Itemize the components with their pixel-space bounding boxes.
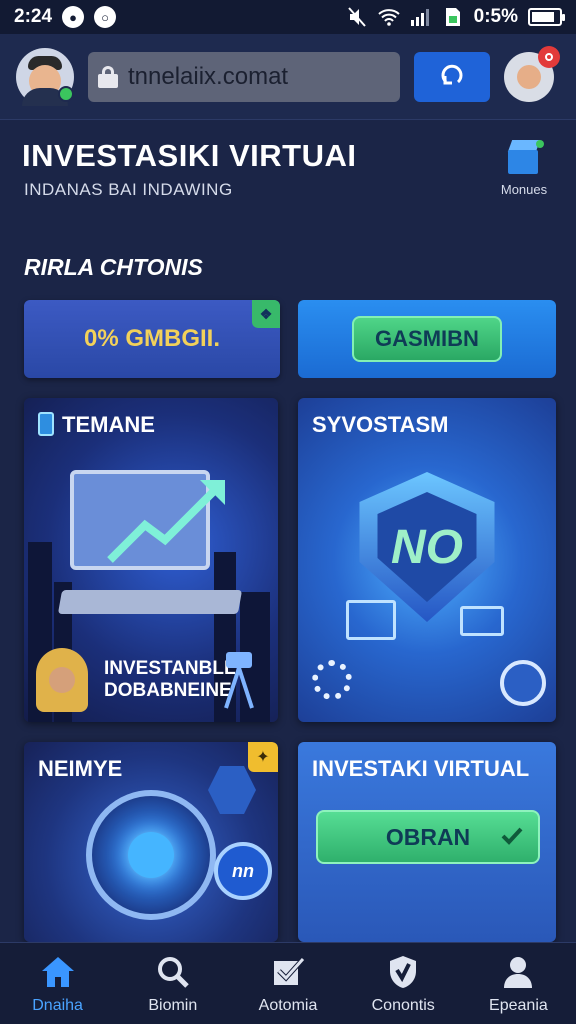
camera-notification-icon: ●	[62, 6, 85, 28]
browser-header: tnnelaiix.comat	[0, 34, 576, 120]
nav-label: Aotomia	[258, 996, 318, 1014]
nav-label: Conontis	[371, 996, 435, 1014]
online-status-icon	[58, 85, 74, 102]
open-button[interactable]: OBRAN	[316, 810, 540, 864]
mute-icon	[346, 6, 368, 28]
nav-item-home[interactable]: Dnaiha	[0, 943, 115, 1024]
bottom-nav: Dnaiha Biomin Aotomia Conontis Epeania	[0, 942, 576, 1024]
bar-chart-icon	[346, 600, 396, 640]
refresh-button[interactable]	[414, 51, 490, 102]
vault-dial-icon	[86, 790, 216, 920]
menu-label: Monues	[500, 182, 548, 197]
section-title: RIRLA CHTONIS	[24, 254, 203, 280]
investor-avatar	[36, 648, 88, 712]
nav-item-contacts[interactable]: Conontis	[346, 943, 461, 1024]
signal-icon	[410, 6, 432, 28]
menu-shortcut[interactable]: Monues	[494, 140, 554, 197]
battery-icon	[528, 8, 565, 26]
shield-check-icon	[384, 953, 422, 991]
nav-item-profile[interactable]: Epeania	[461, 943, 576, 1024]
chip-icon	[38, 412, 54, 436]
page-subtitle: INDANAS BAI INDAWING	[24, 180, 233, 199]
open-button-label: OBRAN	[385, 823, 471, 850]
trend-up-icon	[107, 480, 225, 563]
cta-label: GASMIBN	[375, 326, 479, 351]
nav-label: Biomin	[148, 996, 198, 1014]
search-icon	[154, 953, 192, 991]
user-icon	[499, 953, 537, 991]
status-bar: 2:24 ● ○ 0:5%	[0, 0, 576, 34]
url-text: tnnelaiix.comat	[128, 62, 289, 90]
gear-icon	[312, 660, 352, 700]
lock-icon	[98, 65, 118, 88]
coin-text: nn	[232, 860, 254, 881]
coin-icon: nn	[214, 842, 272, 900]
wifi-icon	[377, 6, 400, 28]
keyboard-icon	[57, 590, 243, 614]
card-title: INVESTAKI VIRTUAL	[312, 756, 530, 781]
card-title: NEIMYE	[38, 756, 123, 781]
cta-button[interactable]: GASMIBN	[352, 316, 502, 362]
nav-item-tasks[interactable]: Aotomia	[230, 943, 345, 1024]
nav-label: Epeania	[489, 996, 548, 1014]
account-avatar[interactable]	[16, 47, 74, 106]
cube-icon	[506, 140, 544, 176]
cta-panel: GASMIBN	[298, 300, 556, 378]
nav-item-search[interactable]: Biomin	[115, 943, 230, 1024]
page-title: INVESTASIKI VIRTUAI	[22, 138, 357, 173]
chat-notification-icon: ○	[94, 6, 117, 28]
url-bar[interactable]: tnnelaiix.comat	[88, 51, 400, 102]
check-icon	[501, 827, 523, 845]
home-icon	[39, 953, 77, 991]
refresh-icon	[438, 60, 466, 93]
mail-icon	[460, 606, 504, 636]
card-title: TEMANE	[62, 412, 155, 437]
nav-label: Dnaiha	[32, 996, 83, 1014]
battery-percent: 0:5%	[473, 6, 518, 27]
checkbox-icon	[269, 953, 307, 991]
notification-badge-icon	[538, 45, 560, 68]
card-caption: INVESTANBLL DOBABNEINE	[104, 658, 236, 702]
sim-icon	[442, 6, 464, 28]
camera-tripod-icon	[224, 652, 254, 709]
profile-avatar[interactable]	[504, 45, 560, 102]
promo-label: 0% GMBGII.	[83, 325, 221, 352]
clock-icon	[500, 660, 546, 706]
status-time: 2:24	[14, 6, 53, 27]
caption-line-1: INVESTANBLL	[104, 658, 236, 679]
card-title: SYVOSTASM	[312, 412, 449, 437]
shield-text: NO	[377, 492, 477, 602]
tool-badge-icon: ❖	[252, 300, 280, 328]
promo-button[interactable]: 0% GMBGII. ❖	[24, 300, 280, 378]
caption-line-2: DOBABNEINE	[104, 680, 232, 701]
star-badge-icon: ✦	[248, 742, 278, 772]
